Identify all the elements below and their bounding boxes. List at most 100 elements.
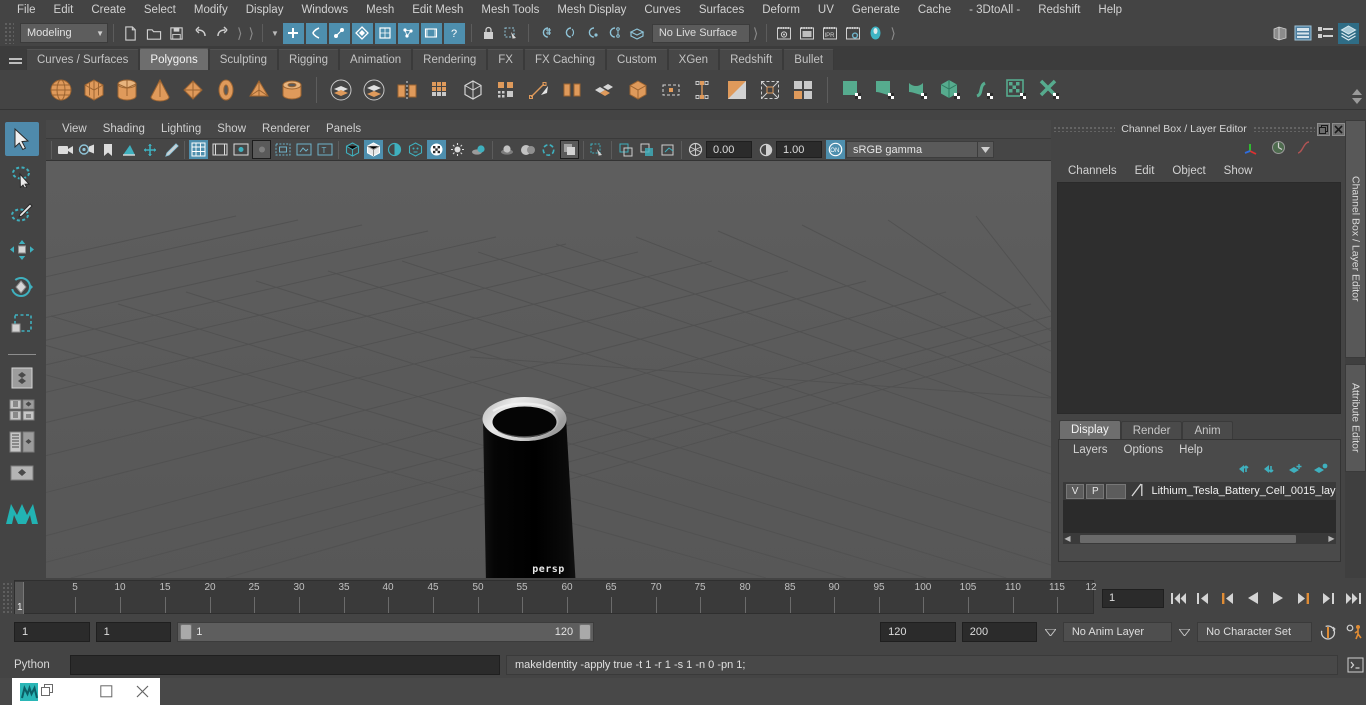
select-by-hierarchy-icon[interactable] (282, 22, 304, 44)
2d-pan-zoom-icon[interactable] (140, 140, 159, 159)
menu-item-deform[interactable]: Deform (753, 2, 809, 18)
undo-icon[interactable] (189, 23, 210, 44)
redo-previous-render-icon[interactable] (796, 23, 817, 44)
layer-visibility-toggle[interactable]: V (1066, 483, 1085, 499)
menu-item-modify[interactable]: Modify (185, 2, 237, 18)
step-forward-keyframe-icon[interactable] (1317, 587, 1339, 609)
select-lattice-icon[interactable] (374, 22, 396, 44)
xray-active-components-icon[interactable] (658, 140, 677, 159)
channel-menu-edit[interactable]: Edit (1126, 164, 1164, 178)
range-slider-bar[interactable]: 1 120 (177, 622, 595, 642)
viewport-menu-lighting[interactable]: Lighting (153, 122, 209, 136)
auto-keyframe-icon[interactable] (1318, 621, 1339, 643)
script-editor-icon[interactable] (1344, 654, 1366, 676)
shelf-scroll-arrows[interactable] (1350, 76, 1364, 116)
time-slider-ruler[interactable]: 1 5 10 15 20 25 30 35 40 45 50 55 60 65 … (14, 580, 1097, 614)
snap-to-view-planes-icon[interactable] (627, 23, 648, 44)
wireframe-icon[interactable] (343, 140, 362, 159)
maya-app-icon[interactable] (20, 682, 38, 701)
axis-display-icon[interactable] (1244, 140, 1261, 158)
poly-cylinder-icon[interactable] (112, 74, 142, 106)
move-layer-up-icon[interactable] (1238, 463, 1253, 478)
viewport-menu-view[interactable]: View (54, 122, 95, 136)
shadows-icon[interactable] (469, 140, 488, 159)
list-item[interactable]: V P Lithium_Tesla_Battery_Cell_0015_laye… (1063, 482, 1336, 500)
restore-window-button[interactable] (41, 683, 54, 700)
close-window-button[interactable] (124, 678, 160, 705)
scale-tool[interactable] (5, 307, 39, 341)
show-hide-attribute-editor-icon[interactable] (1292, 23, 1313, 44)
multi-cut-icon[interactable] (623, 74, 653, 106)
menu-item-file[interactable]: File (8, 2, 45, 18)
menu-item-surfaces[interactable]: Surfaces (690, 2, 753, 18)
menu-item-3dtoall[interactable]: - 3DtoAll - (960, 2, 1029, 18)
poly-pipe-icon[interactable] (277, 74, 307, 106)
playback-end-time-field[interactable]: 120 (880, 622, 956, 642)
shelf-tab-rigging[interactable]: Rigging (278, 49, 340, 70)
channel-menu-object[interactable]: Object (1163, 164, 1214, 178)
collapse-bracket-2[interactable]: ⟩ (245, 25, 256, 42)
hypershade-icon[interactable] (865, 23, 886, 44)
film-gate-icon[interactable] (210, 140, 229, 159)
layer-tab-render[interactable]: Render (1120, 421, 1183, 439)
snap-to-grid-icon[interactable] (535, 23, 556, 44)
channel-menu-channels[interactable]: Channels (1059, 164, 1126, 178)
channel-box-content[interactable] (1057, 182, 1341, 414)
layer-menu-layers[interactable]: Layers (1065, 443, 1116, 457)
viewport-menu-panels[interactable]: Panels (318, 122, 369, 136)
new-scene-icon[interactable] (120, 23, 141, 44)
menu-item-mesh-tools[interactable]: Mesh Tools (472, 2, 548, 18)
menu-item-cache[interactable]: Cache (909, 2, 960, 18)
menu-item-windows[interactable]: Windows (292, 2, 357, 18)
time-slider-playhead[interactable]: 1 (15, 582, 24, 614)
lights-icon[interactable] (448, 140, 467, 159)
playback-start-time-field[interactable]: 1 (95, 622, 172, 642)
render-globals-icon[interactable] (1271, 140, 1286, 158)
command-output-field[interactable]: makeIdentity -apply true -t 1 -r 1 -s 1 … (506, 655, 1338, 675)
layer-tab-display[interactable]: Display (1059, 420, 1121, 439)
uv-planar-icon[interactable] (837, 74, 867, 106)
viewport-menu-renderer[interactable]: Renderer (254, 122, 318, 136)
play-forwards-icon[interactable] (1267, 587, 1289, 609)
shelf-tab-xgen[interactable]: XGen (667, 49, 720, 70)
bridge-icon[interactable] (557, 74, 587, 106)
new-layer-from-selected-icon[interactable] (1313, 463, 1328, 478)
rotate-tool[interactable] (5, 270, 39, 304)
layer-tab-anim[interactable]: Anim (1182, 421, 1233, 439)
menu-item-edit[interactable]: Edit (45, 2, 83, 18)
menu-item-uv[interactable]: UV (809, 2, 843, 18)
collapse-bracket-1[interactable]: ⟩ (234, 25, 245, 42)
shelf-tab-sculpting[interactable]: Sculpting (208, 49, 279, 70)
show-hide-tool-settings-icon[interactable] (1315, 23, 1336, 44)
lock-selection-icon[interactable] (478, 23, 499, 44)
gamma-icon[interactable] (756, 140, 775, 159)
poly-pyramid-icon[interactable] (244, 74, 274, 106)
go-to-end-icon[interactable] (1342, 587, 1364, 609)
collapse-bracket-3[interactable]: ⟩ (750, 25, 761, 42)
select-rendering-icon[interactable] (420, 22, 442, 44)
shelf-scroll-up-icon[interactable] (1352, 88, 1362, 95)
poly-cone-icon[interactable] (145, 74, 175, 106)
current-frame-field[interactable]: 1 (1102, 588, 1164, 608)
reduce-icon[interactable] (755, 74, 785, 106)
combine-icon[interactable] (326, 74, 356, 106)
show-hide-modeling-toolkit-icon[interactable] (1269, 23, 1290, 44)
open-scene-icon[interactable] (143, 23, 164, 44)
select-tool[interactable] (5, 122, 39, 156)
menu-item-generate[interactable]: Generate (843, 2, 909, 18)
xray-joints-icon[interactable] (637, 140, 656, 159)
smooth-icon[interactable] (425, 74, 455, 106)
step-back-keyframe-icon[interactable] (1192, 587, 1214, 609)
separate-icon[interactable] (359, 74, 389, 106)
isolate-select-icon[interactable] (588, 140, 607, 159)
screen-space-ao-icon[interactable] (497, 140, 516, 159)
bevel-icon[interactable] (458, 74, 488, 106)
layer-name[interactable]: Lithium_Tesla_Battery_Cell_0015_layer (1148, 485, 1336, 497)
character-set-dropdown-arrow[interactable] (1178, 622, 1192, 642)
menu-set-selector[interactable]: Modeling ▼ (20, 23, 108, 43)
save-scene-icon[interactable] (166, 23, 187, 44)
poly-cube-icon[interactable] (79, 74, 109, 106)
scroll-left-icon[interactable]: ◀ (1063, 534, 1072, 543)
anti-alias-icon[interactable] (539, 140, 558, 159)
select-by-object-type-icon[interactable] (305, 22, 327, 44)
